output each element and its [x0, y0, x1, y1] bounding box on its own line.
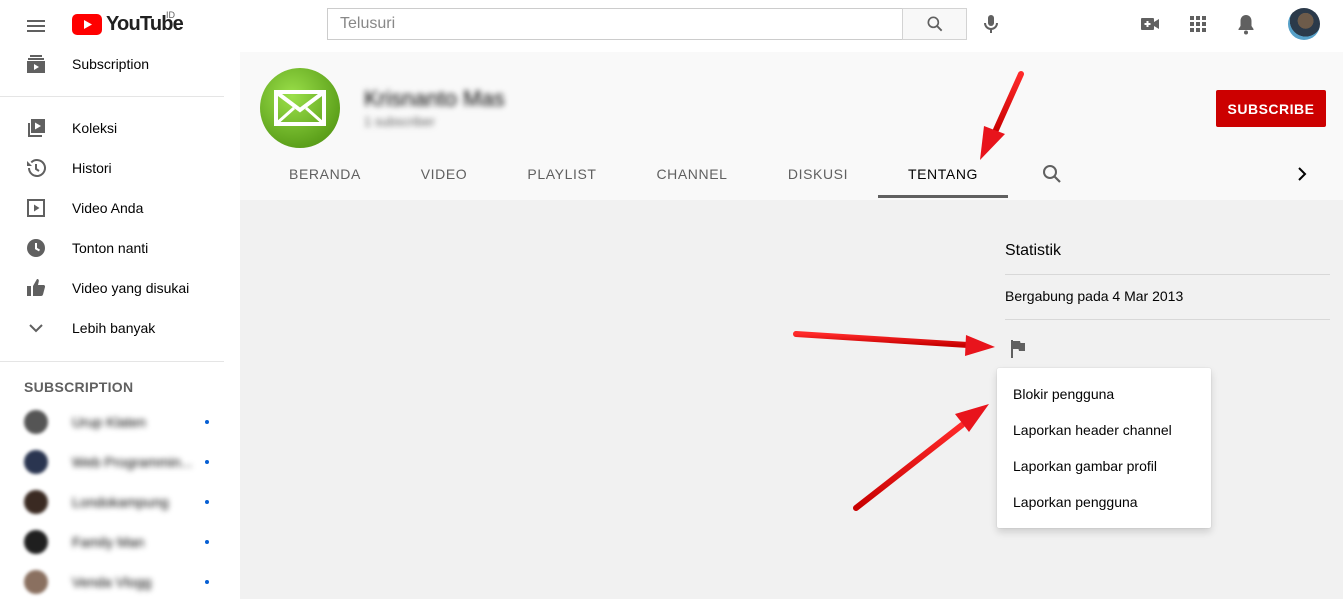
subscribe-button[interactable]: SUBSCRIBE	[1216, 90, 1326, 127]
channel-search-icon[interactable]	[1040, 162, 1064, 186]
new-content-dot	[205, 580, 209, 584]
subscription-item[interactable]: Urup Klaten	[0, 402, 224, 442]
subscription-name: Urup Klaten	[72, 414, 146, 430]
sidebar-item-koleksi[interactable]: Koleksi	[0, 108, 224, 148]
microphone-icon[interactable]	[979, 12, 1003, 36]
new-content-dot	[205, 460, 209, 464]
subscriptions-icon	[24, 52, 48, 76]
subscription-name: Web Programmin...	[72, 454, 193, 470]
chevron-down-icon	[24, 316, 48, 340]
notifications-bell-icon[interactable]	[1234, 12, 1258, 36]
stats-divider	[1005, 274, 1330, 275]
sidebar-item-subscription[interactable]: Subscription	[0, 44, 224, 84]
search-icon	[927, 16, 942, 32]
subscription-item[interactable]: Venda Vlogg	[0, 562, 224, 602]
youtube-play-logo-icon	[72, 13, 102, 35]
new-content-dot	[205, 540, 209, 544]
sidebar-item-label: Koleksi	[72, 120, 118, 136]
sidebar-item-label: Video yang disukai	[72, 280, 190, 296]
menu-item-blokir-pengguna[interactable]: Blokir pengguna	[997, 376, 1211, 412]
history-icon	[24, 156, 48, 180]
subscription-item[interactable]: Family Man	[0, 522, 224, 562]
library-icon	[24, 116, 48, 140]
subscription-item[interactable]: Londokampung	[0, 482, 224, 522]
subscription-item[interactable]: Web Programmin...	[0, 442, 224, 482]
sidebar-item-label: Lebih banyak	[72, 320, 156, 336]
channel-avatar	[24, 490, 48, 514]
sidebar-item-label: Subscription	[72, 56, 150, 72]
subscriptions-heading: SUBSCRIPTION	[24, 379, 134, 395]
report-flag-icon[interactable]	[1006, 337, 1030, 361]
tab-tentang[interactable]: TENTANG	[878, 148, 1008, 200]
sidebar-item-video-yang-disukai[interactable]: Video yang disukai	[0, 268, 224, 308]
tab-playlist[interactable]: PLAYLIST	[510, 148, 614, 200]
report-menu: Blokir pengguna Laporkan header channel …	[997, 368, 1211, 528]
tab-channel[interactable]: CHANNEL	[638, 148, 746, 200]
sidebar-item-histori[interactable]: Histori	[0, 148, 224, 188]
stats-divider	[1005, 319, 1330, 320]
new-content-dot	[205, 500, 209, 504]
search-input[interactable]	[328, 9, 903, 39]
account-avatar[interactable]	[1288, 8, 1320, 40]
channel-avatar	[24, 570, 48, 594]
sidebar-divider	[0, 361, 224, 362]
new-content-dot	[205, 420, 209, 424]
hamburger-menu-icon[interactable]	[24, 14, 48, 38]
tab-diskusi[interactable]: DISKUSI	[770, 148, 866, 200]
subscription-name: Family Man	[72, 534, 145, 550]
joined-date: Bergabung pada 4 Mar 2013	[1005, 288, 1184, 304]
subscription-name: Londokampung	[72, 494, 169, 510]
sidebar-item-label: Tonton nanti	[72, 240, 149, 256]
apps-grid-icon[interactable]	[1186, 12, 1210, 36]
country-code: ID	[166, 10, 175, 20]
subscriber-count: 1 subscriber	[364, 114, 435, 129]
menu-item-laporkan-header-channel[interactable]: Laporkan header channel	[997, 412, 1211, 448]
channel-avatar	[24, 530, 48, 554]
subscription-name: Venda Vlogg	[72, 574, 152, 590]
menu-item-laporkan-gambar-profil[interactable]: Laporkan gambar profil	[997, 448, 1211, 484]
sidebar-item-lebih-banyak[interactable]: Lebih banyak	[0, 308, 224, 348]
tab-video[interactable]: VIDEO	[394, 148, 494, 200]
sidebar-item-tonton-nanti[interactable]: Tonton nanti	[0, 228, 224, 268]
sidebar-item-label: Video Anda	[72, 200, 144, 216]
tab-beranda[interactable]: BERANDA	[272, 148, 378, 200]
channel-header: Krisnanto Mas 1 subscriber SUBSCRIBE BER…	[240, 52, 1343, 200]
search-box[interactable]	[327, 8, 903, 40]
liked-icon	[24, 276, 48, 300]
sidebar-divider	[0, 96, 224, 97]
watch-later-icon	[24, 236, 48, 260]
create-video-icon[interactable]	[1138, 12, 1162, 36]
sidebar-item-video-anda[interactable]: Video Anda	[0, 188, 224, 228]
channel-name: Krisnanto Mas	[364, 86, 505, 111]
search-button[interactable]	[902, 8, 967, 40]
your-videos-icon	[24, 196, 48, 220]
channel-avatar	[24, 410, 48, 434]
envelope-icon	[274, 90, 326, 126]
channel-avatar-large	[260, 68, 340, 148]
chevron-right-icon[interactable]	[1290, 162, 1314, 186]
sidebar: Subscription Koleksi Histori Video Anda …	[0, 52, 240, 599]
channel-avatar	[24, 450, 48, 474]
menu-item-laporkan-pengguna[interactable]: Laporkan pengguna	[997, 484, 1211, 520]
sidebar-item-label: Histori	[72, 160, 112, 176]
stats-title: Statistik	[1005, 242, 1062, 259]
